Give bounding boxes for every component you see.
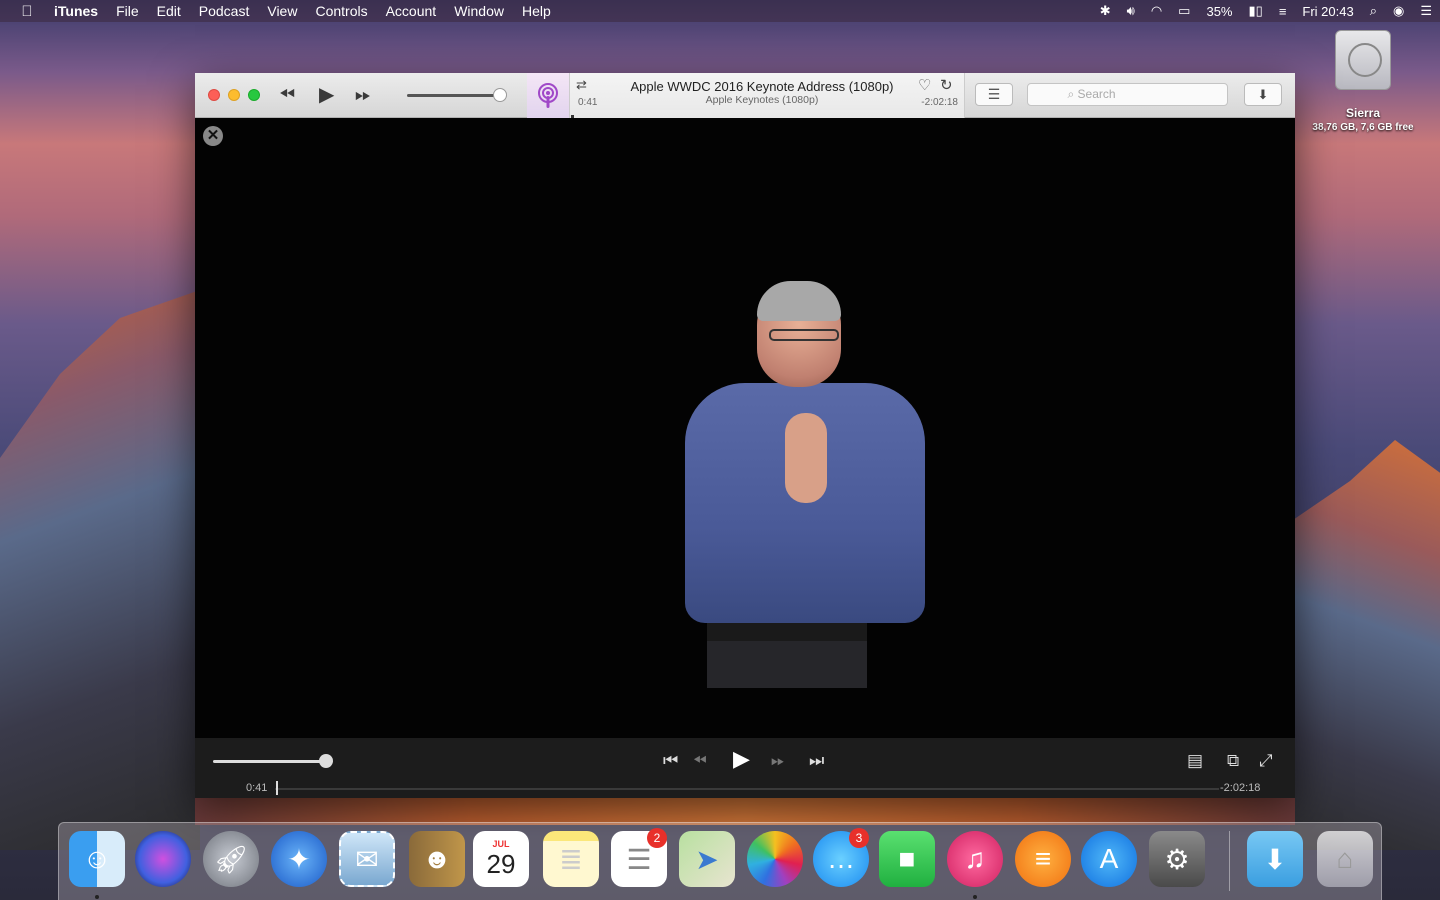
photos-icon[interactable] — [747, 831, 803, 887]
now-playing-title: Apple WWDC 2016 Keynote Address (1080p) — [630, 79, 894, 94]
input-source-flag-icon[interactable]: ≡ — [1271, 4, 1295, 19]
play-icon[interactable]: ▶ — [733, 748, 750, 770]
volume-slider-track[interactable] — [407, 94, 499, 97]
spotlight-search-icon[interactable]: ⌕ — [1362, 3, 1385, 19]
menu-help[interactable]: Help — [513, 3, 560, 19]
menu-window[interactable]: Window — [445, 3, 513, 19]
mail-icon[interactable]: ✉ — [339, 831, 395, 887]
menu-edit[interactable]: Edit — [148, 3, 190, 19]
reminders-icon[interactable]: ☰ 2 — [611, 828, 667, 887]
calendar-month: JUL — [492, 838, 510, 849]
now-playing-display[interactable]: ⇄ Apple WWDC 2016 Keynote Address (1080p… — [569, 73, 965, 118]
picture-in-picture-icon[interactable]: ⧉ — [1227, 750, 1239, 772]
love-heart-icon[interactable]: ♡ — [918, 76, 931, 94]
safari-icon[interactable]: ✦ — [271, 831, 327, 887]
search-field[interactable]: ⌕ — [1027, 83, 1228, 106]
close-window-button[interactable] — [208, 89, 220, 101]
hard-disk-icon[interactable] — [1335, 30, 1391, 90]
rewind-icon[interactable]: ⏪︎ — [693, 750, 707, 772]
notes-icon[interactable]: ≣ — [543, 831, 599, 887]
video-progress-track[interactable] — [275, 788, 1219, 790]
video-frame-speaker — [685, 281, 925, 688]
menu-account[interactable]: Account — [377, 3, 446, 19]
battery-percent[interactable]: 35% — [1198, 4, 1240, 19]
calendar-day: 29 — [486, 848, 516, 879]
disk-name: Sierra — [1345, 106, 1381, 120]
repeat-icon[interactable]: ↻ — [940, 76, 953, 94]
trash-icon[interactable]: ⌂ — [1317, 831, 1373, 887]
desktop-disk[interactable]: Sierra 38,76 GB, 7,6 GB free — [1312, 30, 1414, 133]
video-elapsed-time: 0:41 — [246, 782, 268, 794]
menu-podcast[interactable]: Podcast — [190, 3, 259, 19]
disk-info: 38,76 GB, 7,6 GB free — [1312, 122, 1414, 133]
now-playing-subtitle: Apple Keynotes (1080p) — [705, 94, 819, 106]
airplay-icon[interactable]: ▭ — [1170, 3, 1198, 19]
zoom-window-button[interactable] — [248, 89, 260, 101]
video-progress-playhead[interactable] — [276, 781, 278, 795]
video-remaining-time: -2:02:18 — [1220, 782, 1261, 794]
next-chapter-icon[interactable]: ⏭︎ — [809, 750, 824, 772]
battery-icon[interactable]: ▮▯ — [1241, 3, 1271, 19]
close-video-icon[interactable]: ✕ — [203, 126, 223, 146]
search-icon: ⌕ — [1067, 87, 1075, 101]
fullscreen-icon[interactable]: ⤢ — [1259, 750, 1273, 772]
menu-controls[interactable]: Controls — [306, 3, 376, 19]
calendar-icon[interactable]: JUL 29 — [473, 831, 529, 887]
messages-badge: 3 — [849, 828, 869, 848]
podcast-icon — [527, 73, 569, 118]
wifi-icon[interactable]: ◠ — [1143, 3, 1170, 19]
menu-app-name[interactable]: iTunes — [54, 3, 107, 19]
up-next-list-button[interactable]: ☰ — [975, 83, 1013, 106]
app-store-icon[interactable]: A — [1081, 831, 1137, 887]
toolbar: ⏪︎ ▶ ⏩︎ ⇄ Apple WWDC 2016 Keynote Addres… — [195, 73, 1295, 118]
fast-forward-icon[interactable]: ⏩︎ — [355, 83, 371, 107]
dock: ☺ 🚀︎ ✦ ✉ ☻ JUL 29 ≣ ☰ 2 ➤ … 3 ■ ♫ ≡ A ⚙ … — [58, 822, 1382, 900]
wallpaper-glow — [195, 795, 1295, 825]
downloads-button[interactable]: ⬇ — [1244, 83, 1282, 106]
itunes-window: ⏪︎ ▶ ⏩︎ ⇄ Apple WWDC 2016 Keynote Addres… — [195, 73, 1295, 798]
launchpad-icon[interactable]: 🚀︎ — [203, 831, 259, 887]
messages-icon[interactable]: … 3 — [813, 828, 869, 887]
minimize-window-button[interactable] — [228, 89, 240, 101]
video-area[interactable]: ✕ — [195, 118, 1295, 738]
system-preferences-icon[interactable]: ⚙ — [1149, 831, 1205, 887]
menu-file[interactable]: File — [107, 3, 148, 19]
menu-view[interactable]: View — [258, 3, 306, 19]
contacts-icon[interactable]: ☻ — [409, 831, 465, 887]
itunes-icon[interactable]: ♫ — [947, 831, 1003, 887]
search-input[interactable] — [1077, 87, 1188, 101]
downloads-folder-icon[interactable]: ⬇ — [1247, 831, 1303, 887]
elapsed-time: 0:41 — [578, 97, 598, 108]
bluetooth-icon[interactable]: ✱ — [1092, 3, 1119, 19]
wallpaper-mountain-left — [0, 290, 200, 850]
dock-separator — [1229, 831, 1230, 891]
video-volume-knob[interactable] — [319, 754, 333, 768]
video-volume-track[interactable] — [213, 760, 325, 763]
siri-icon[interactable]: ◉ — [1385, 3, 1412, 19]
siri-icon[interactable] — [135, 831, 191, 887]
fast-forward-icon[interactable]: ⏩︎ — [771, 750, 785, 772]
finder-icon[interactable]: ☺ — [69, 831, 125, 887]
notification-center-icon[interactable]: ☰ — [1412, 3, 1440, 19]
itunes-running-dot — [973, 895, 977, 899]
clock[interactable]: Fri 20:43 — [1294, 4, 1361, 19]
reminders-badge: 2 — [647, 828, 667, 848]
maps-icon[interactable]: ➤ — [679, 831, 735, 887]
play-icon[interactable]: ▶ — [319, 83, 334, 107]
volume-icon[interactable]: 🔊︎ — [1119, 3, 1143, 19]
rewind-icon[interactable]: ⏪︎ — [279, 83, 295, 107]
finder-running-dot — [95, 895, 99, 899]
volume-slider-knob[interactable] — [493, 88, 507, 102]
previous-chapter-icon[interactable]: ⏮︎ — [663, 750, 678, 772]
wallpaper-mountain-right — [1290, 440, 1440, 850]
apple-menu-icon[interactable]:  — [0, 3, 54, 20]
facetime-icon[interactable]: ■ — [879, 831, 935, 887]
video-controls: ⏮︎ ⏪︎ ▶ ⏩︎ ⏭︎ ▤ ⧉ ⤢ 0:41 -2:02:18 — [195, 738, 1295, 798]
ibooks-icon[interactable]: ≡ — [1015, 831, 1071, 887]
menu-bar:  iTunes File Edit Podcast View Controls… — [0, 0, 1440, 22]
subtitles-icon[interactable]: ▤ — [1187, 750, 1203, 772]
remaining-time: -2:02:18 — [921, 97, 958, 108]
